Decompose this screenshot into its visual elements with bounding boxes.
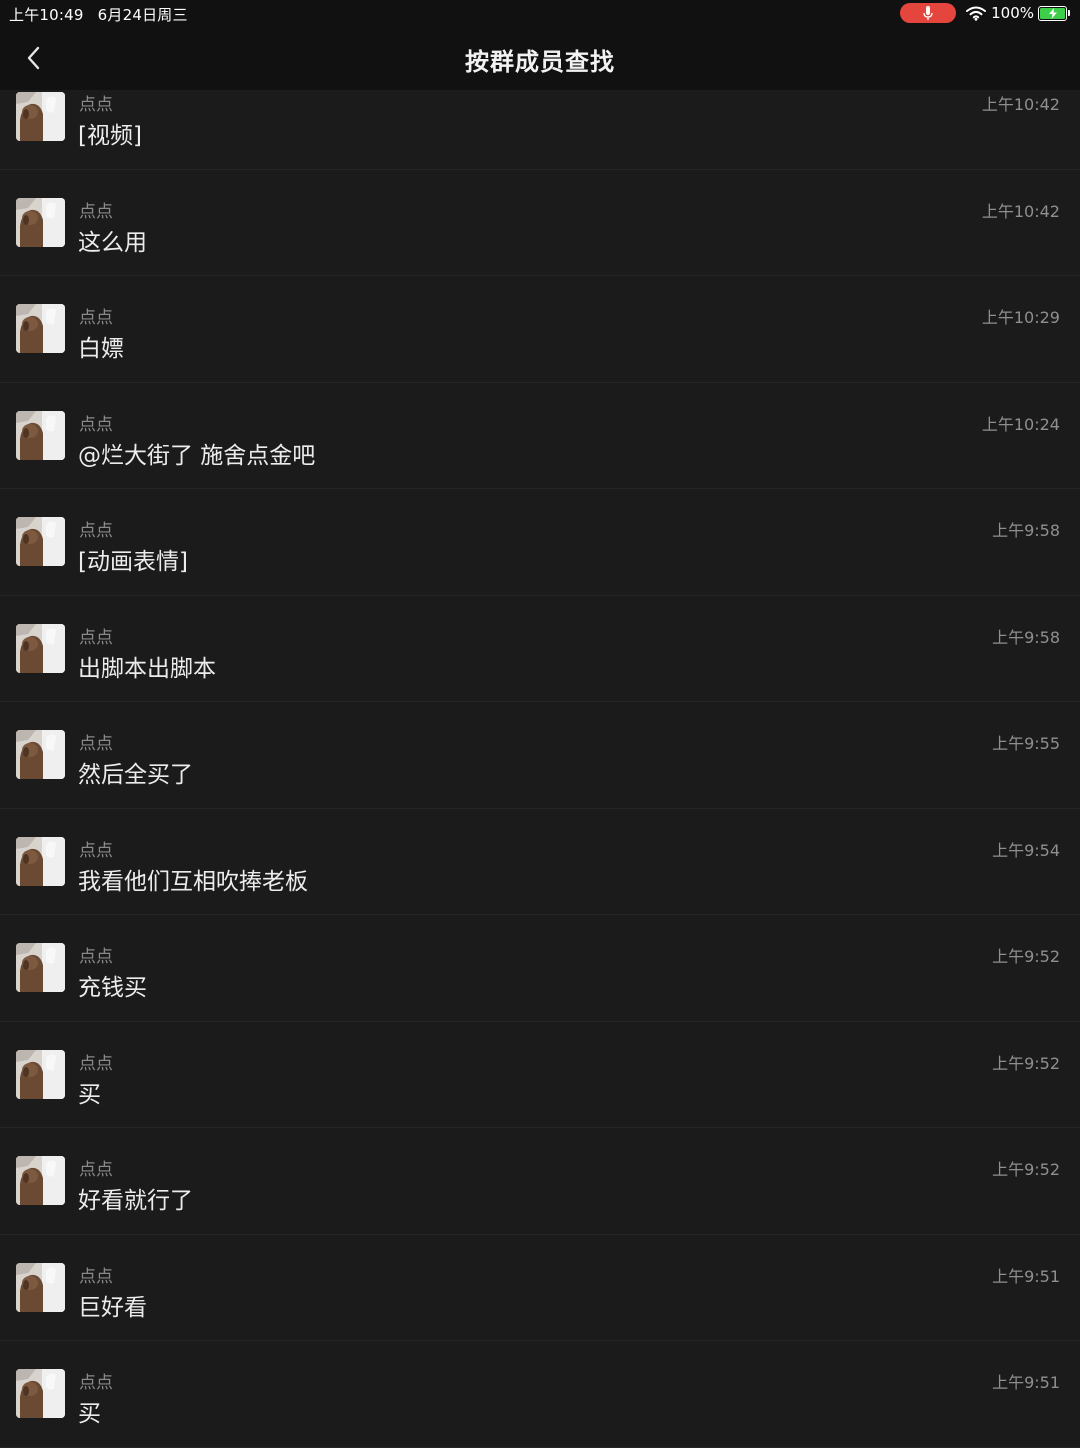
avatar[interactable] (16, 943, 65, 992)
avatar[interactable] (16, 1262, 65, 1312)
message-time: 上午9:54 (992, 840, 1060, 860)
battery-cap (1068, 10, 1070, 16)
message-row[interactable]: 点点 [视频] 上午10:42 (0, 63, 1080, 170)
sender-name: 点点 (79, 201, 113, 222)
sender-name: 点点 (79, 1053, 113, 1074)
avatar[interactable] (16, 197, 65, 247)
message-text: 白嫖 (78, 336, 124, 362)
message-row[interactable]: 点点 白嫖 上午10:29 (0, 276, 1080, 383)
sender-name: 点点 (79, 95, 113, 115)
message-time: 上午10:42 (981, 95, 1060, 114)
message-row[interactable]: 点点 @烂大街了 施舍点金吧 上午10:24 (0, 383, 1080, 489)
avatar[interactable] (16, 1369, 65, 1418)
avatar[interactable] (16, 730, 65, 779)
message-time: 上午9:52 (992, 1053, 1060, 1073)
status-date: 6月24日周三 (97, 6, 188, 24)
sender-name: 点点 (79, 1160, 113, 1180)
message-time: 上午9:52 (992, 1160, 1060, 1179)
avatar[interactable] (16, 1049, 65, 1099)
message-row[interactable]: 点点 然后全买了 上午9:55 (0, 702, 1080, 809)
message-row[interactable]: 点点 巨好看 上午9:51 (0, 1235, 1080, 1341)
message-time: 上午9:55 (992, 734, 1060, 753)
message-time: 上午10:42 (981, 201, 1060, 221)
message-row[interactable]: 点点 出脚本出脚本 上午9:58 (0, 596, 1080, 702)
sender-name: 点点 (79, 627, 113, 648)
avatar[interactable] (16, 1156, 65, 1205)
sender-name: 点点 (79, 1266, 113, 1287)
message-text: 充钱买 (78, 975, 147, 1001)
microphone-indicator[interactable] (900, 3, 957, 23)
sender-name: 点点 (79, 308, 113, 328)
battery-percentage: 100% (991, 4, 1034, 22)
sender-name: 点点 (79, 947, 113, 967)
message-list[interactable]: 点点 [视频] 上午10:42 点点 这么用 上午10:42 点点 白嫖 上午1… (0, 63, 1080, 1448)
status-right: 100% (900, 3, 1070, 23)
message-text: 这么用 (78, 229, 147, 256)
avatar[interactable] (16, 517, 65, 566)
message-row[interactable]: 点点 买 上午9:51 (0, 1341, 1080, 1448)
message-text: 出脚本出脚本 (78, 655, 216, 682)
avatar[interactable] (16, 304, 65, 353)
message-time: 上午9:51 (992, 1266, 1060, 1286)
message-text: 买 (78, 1401, 101, 1427)
message-row[interactable]: 点点 这么用 上午10:42 (0, 170, 1080, 276)
message-time: 上午9:51 (992, 1373, 1060, 1392)
message-time: 上午9:58 (992, 627, 1060, 647)
message-text: [动画表情] (78, 549, 188, 575)
message-text: 买 (78, 1081, 101, 1108)
message-row[interactable]: 点点 充钱买 上午9:52 (0, 915, 1080, 1022)
message-row[interactable]: 点点 好看就行了 上午9:52 (0, 1128, 1080, 1235)
sender-name: 点点 (79, 414, 113, 435)
message-time: 上午9:52 (992, 947, 1060, 966)
message-time: 上午10:29 (981, 308, 1060, 327)
message-time: 上午9:58 (992, 521, 1060, 540)
battery-charging-icon (1038, 5, 1067, 21)
avatar[interactable] (16, 92, 65, 141)
message-time: 上午10:24 (981, 414, 1060, 434)
avatar[interactable] (16, 410, 65, 460)
message-text: 然后全买了 (78, 762, 193, 788)
message-text: 巨好看 (78, 1294, 147, 1321)
avatar[interactable] (16, 836, 65, 886)
microphone-icon (923, 5, 933, 20)
message-row[interactable]: 点点 买 上午9:52 (0, 1022, 1080, 1128)
status-left: 上午10:49 6月24日周三 (9, 4, 188, 25)
wifi-icon (966, 6, 987, 21)
sender-name: 点点 (79, 1373, 113, 1393)
message-text: [视频] (78, 123, 142, 149)
message-text: 我看他们互相吹捧老板 (78, 868, 308, 895)
status-bar: 上午10:49 6月24日周三 100% (0, 0, 1080, 26)
status-time: 上午10:49 (9, 6, 84, 24)
sender-name: 点点 (79, 734, 113, 754)
sender-name: 点点 (79, 521, 113, 541)
avatar[interactable] (16, 623, 65, 673)
message-text: 好看就行了 (78, 1188, 193, 1214)
message-row[interactable]: 点点 我看他们互相吹捧老板 上午9:54 (0, 809, 1080, 915)
message-text: @烂大街了 施舍点金吧 (78, 442, 316, 469)
sender-name: 点点 (79, 840, 113, 861)
message-row[interactable]: 点点 [动画表情] 上午9:58 (0, 489, 1080, 596)
